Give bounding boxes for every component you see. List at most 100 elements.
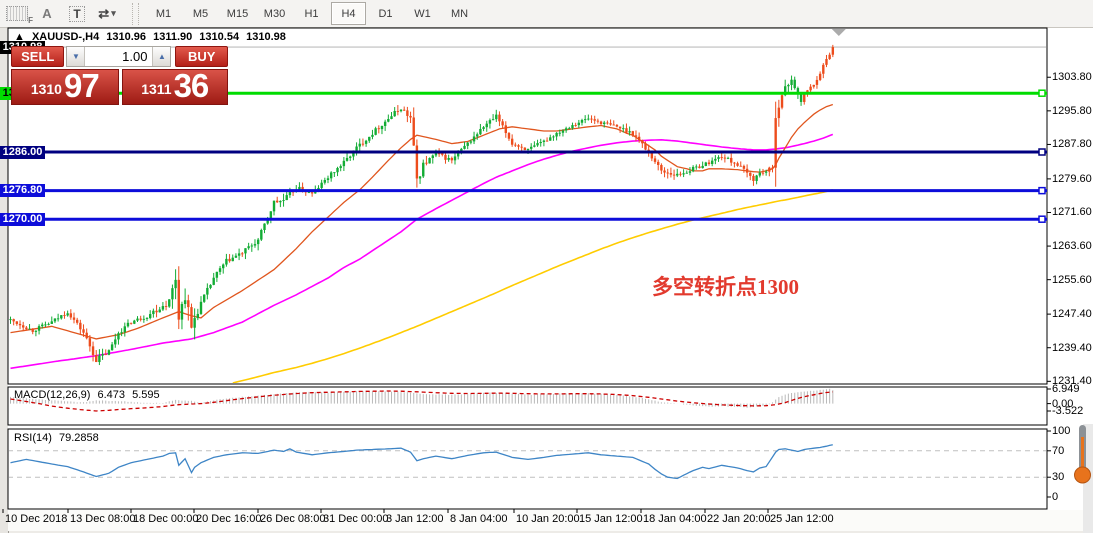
candle-body — [197, 314, 199, 318]
candle-body — [559, 133, 561, 134]
candle-body — [546, 141, 548, 142]
candle-body — [32, 329, 34, 332]
candle-body — [517, 145, 519, 146]
rsi-label: RSI(14) 79.2858 — [14, 432, 103, 444]
candle-body — [584, 119, 586, 120]
volume-decrease-button[interactable]: ▼ — [67, 47, 85, 66]
buy-button[interactable]: BUY — [175, 46, 228, 67]
candle-body — [384, 122, 386, 126]
candle-body — [336, 168, 338, 172]
candle-body — [270, 211, 272, 218]
candle-body — [254, 244, 256, 245]
rsi-panel[interactable] — [8, 429, 1047, 509]
hline-anchor[interactable] — [1039, 216, 1045, 222]
candle-body — [686, 173, 688, 174]
candle-body — [168, 299, 170, 306]
candle-body — [203, 295, 205, 302]
candle-body — [136, 319, 138, 321]
volume-input[interactable]: 1.00 — [85, 47, 152, 66]
candle-body — [660, 165, 662, 171]
candle-body — [127, 323, 129, 327]
candle-body — [619, 127, 621, 129]
candle-body — [12, 319, 14, 321]
candle-body — [609, 123, 611, 124]
candle-body — [263, 224, 265, 230]
candle-body — [603, 123, 605, 124]
candle-body — [213, 278, 215, 285]
candle-body — [228, 259, 230, 261]
candle-body — [95, 355, 97, 362]
candle-body — [368, 137, 370, 141]
candle-body — [146, 318, 148, 319]
candle-body — [505, 125, 507, 133]
candle-body — [174, 280, 176, 288]
candle-body — [38, 326, 40, 331]
candle-body — [755, 176, 757, 181]
candle-body — [206, 288, 208, 295]
candle-body — [219, 268, 221, 272]
candle-body — [171, 288, 173, 299]
candle-body — [524, 148, 526, 150]
candle-body — [108, 350, 110, 355]
candle-body — [260, 230, 262, 240]
candle-body — [819, 74, 821, 80]
candle-body — [413, 117, 415, 145]
candle-body — [832, 47, 834, 55]
candle-body — [330, 172, 332, 178]
candle-body — [482, 127, 484, 129]
sell-price-panel[interactable]: 1310 97 — [11, 69, 119, 105]
candle-body — [200, 302, 202, 314]
candle-body — [86, 333, 88, 339]
candle-body — [628, 131, 630, 132]
macd-current-value: 6.473 — [97, 389, 125, 401]
candle-body — [790, 80, 792, 85]
candle-body — [25, 328, 27, 330]
candle-body — [387, 119, 389, 122]
hline-anchor[interactable] — [16, 149, 22, 155]
candle-body — [698, 167, 700, 169]
candle-body — [365, 141, 367, 144]
candle-body — [727, 158, 729, 159]
candle-body — [514, 145, 516, 146]
candle-body — [114, 339, 116, 344]
candle-body — [562, 131, 564, 133]
candle-body — [425, 163, 427, 164]
candle-body — [152, 311, 154, 314]
candle-body — [752, 176, 754, 181]
candle-body — [286, 195, 288, 200]
candle-body — [444, 155, 446, 160]
candle-body — [41, 325, 43, 327]
candle-body — [232, 258, 234, 261]
sell-button[interactable]: SELL — [11, 46, 64, 67]
candle-body — [774, 118, 776, 168]
candle-body — [574, 125, 576, 126]
candle-body — [359, 144, 361, 147]
candle-body — [235, 256, 237, 258]
candle-body — [117, 333, 119, 339]
candle-body — [800, 94, 802, 102]
buy-price-stem: 1311 — [141, 76, 171, 102]
collapse-triangle-icon[interactable]: ▲ — [14, 31, 25, 43]
hline-anchor[interactable] — [1039, 188, 1045, 194]
mt4-chart-window: F A T ⇄ ▾ M1M5M15M30H1H4D1W1MN 1303.8012… — [0, 0, 1093, 533]
candle-body — [403, 110, 405, 111]
candle-body — [571, 125, 573, 128]
candle-body — [594, 119, 596, 120]
candle-body — [692, 167, 694, 171]
buy-price-panel[interactable]: 1311 36 — [122, 69, 229, 105]
candle-body — [124, 326, 126, 332]
date-axis-bar — [8, 510, 1085, 531]
candle-body — [120, 332, 122, 333]
candle-body — [257, 240, 259, 244]
candle-body — [479, 129, 481, 134]
candle-body — [371, 135, 373, 137]
candle-body — [143, 319, 145, 320]
candle-body — [374, 128, 376, 135]
candle-body — [63, 315, 65, 316]
hline-anchor[interactable] — [1039, 149, 1045, 155]
volume-increase-button[interactable]: ▲ — [152, 47, 170, 66]
candle-body — [279, 201, 281, 202]
hline-anchor[interactable] — [1039, 90, 1045, 96]
candle-body — [749, 173, 751, 176]
candle-body — [216, 272, 218, 278]
